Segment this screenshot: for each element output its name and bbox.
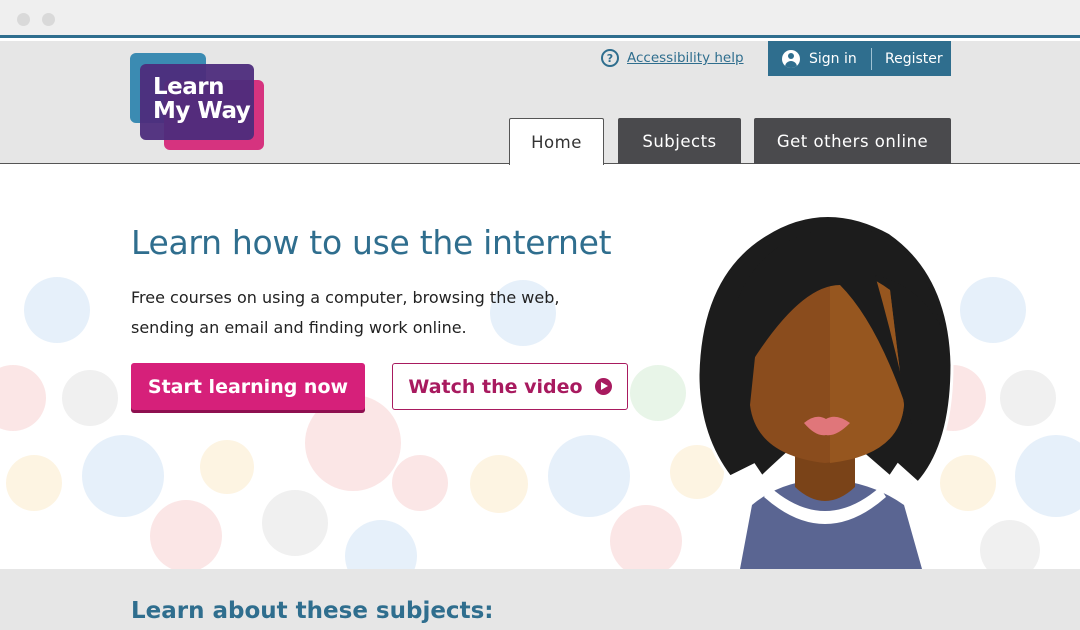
hand-icon [150,500,222,569]
tab-get-others-online[interactable]: Get others online [754,118,951,164]
logo-text-line: My Way [153,98,251,124]
sign-in-button[interactable]: Sign in [768,41,871,76]
learn-my-way-logo[interactable]: Learn My Way [130,53,266,153]
subjects-heading: Learn about these subjects: [131,598,494,624]
logo-text: Learn My Way [153,74,251,124]
gear-icon [980,520,1040,569]
check-icon [0,365,46,431]
site-header: Learn My Way ? Accessibility help Sign i… [0,41,1080,165]
start-learning-button[interactable]: Start learning now [131,363,365,410]
watch-video-label: Watch the video [408,375,583,398]
subjects-section: Learn about these subjects: [0,569,1080,630]
chat-icon [630,365,686,421]
tab-subjects[interactable]: Subjects [618,118,741,164]
mail-icon [82,435,164,517]
window-dot-icon [17,13,30,26]
page-title: Learn how to use the internet [131,223,612,262]
power-icon [470,455,528,513]
mail-icon [1015,435,1080,517]
wifi-icon [24,277,90,343]
mail-icon [548,435,630,517]
accessibility-help-label[interactable]: Accessibility help [627,50,744,66]
refresh-icon [1000,370,1056,426]
logo-text-line: Learn [153,74,225,100]
wifi-icon [345,520,417,569]
home-icon [200,440,254,494]
heart-icon [392,455,448,511]
watch-video-button[interactable]: Watch the video [392,363,628,410]
refresh-icon [62,370,118,426]
auth-box: Sign in Register [768,41,951,76]
hero-description: Free courses on using a computer, browsi… [131,288,560,337]
help-icon: ? [601,49,619,67]
accessibility-help-link[interactable]: ? Accessibility help [601,49,744,67]
wifi-icon [960,277,1026,343]
power-icon [6,455,62,511]
browser-chrome [0,0,1080,38]
user-icon [782,49,800,68]
avatar-illustration [696,215,954,569]
sign-in-label: Sign in [809,50,857,67]
register-button[interactable]: Register [872,51,943,67]
hero-section: Learn how to use the internet Free cours… [0,165,1080,569]
play-icon [594,378,612,395]
window-dot-icon [42,13,55,26]
people-icon [262,490,328,556]
hand-icon [610,505,682,569]
tab-home[interactable]: Home [509,118,604,165]
